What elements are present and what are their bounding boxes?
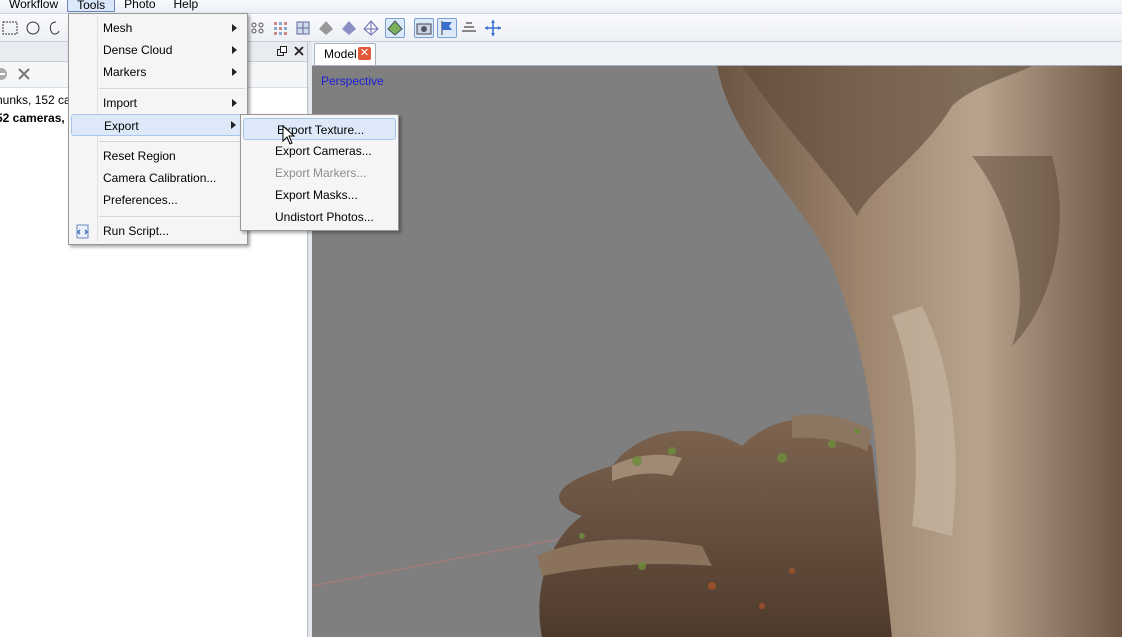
grid-view-icon[interactable] [249,19,267,37]
menu-item-export-cameras[interactable]: Export Cameras... [241,140,398,162]
menu-item-markers-label: Markers [103,65,147,79]
point-cloud-icon[interactable] [294,19,312,37]
show-region-icon[interactable] [460,19,478,37]
menu-item-dense-cloud-label: Dense Cloud [103,43,173,57]
menu-item-markers[interactable]: Markers [69,61,247,83]
submenu-arrow-icon [232,46,237,54]
menu-item-camera-calibration[interactable]: Camera Calibration... [69,167,247,189]
menu-photo[interactable]: Photo [115,0,164,11]
menu-help[interactable]: Help [165,0,208,11]
remove-icon[interactable] [0,67,8,81]
textured-model-icon[interactable] [385,18,405,38]
tree-item-workspace[interactable]: hunks, 152 ca [0,93,71,107]
delete-icon[interactable] [17,67,31,81]
menubar: Workflow Tools Photo Help [0,0,1122,14]
close-panel-icon[interactable] [294,46,304,56]
menu-item-run-script[interactable]: Run Script... [69,220,247,242]
menu-item-export-masks[interactable]: Export Masks... [241,184,398,206]
submenu-arrow-icon [232,99,237,107]
tools-menu: Mesh Dense Cloud Markers Import Export R… [68,13,248,245]
menu-item-undistort-photos-label: Undistort Photos... [275,210,374,224]
solid-model-icon[interactable] [340,19,358,37]
menu-item-export-markers: Export Markers... [241,162,398,184]
script-icon [76,224,89,239]
export-submenu: Export Texture... Export Cameras... Expo… [240,114,399,231]
model-viewport[interactable]: Perspective [312,66,1122,637]
menu-separator [99,88,245,89]
menu-item-export-label: Export [104,119,139,133]
float-panel-icon[interactable] [277,46,287,56]
menu-item-reset-region[interactable]: Reset Region [69,145,247,167]
tab-bar: Model ✕ [312,42,1122,66]
show-cameras-icon[interactable] [414,18,434,38]
tree-item-chunk[interactable]: 52 cameras, 4 [0,111,75,125]
circle-select-icon[interactable] [24,19,42,37]
menu-tools[interactable]: Tools [67,0,116,12]
mouse-cursor-icon [282,125,296,145]
menu-item-export-texture[interactable]: Export Texture... [243,118,396,140]
menu-item-run-script-label: Run Script... [103,224,170,238]
menu-item-preferences[interactable]: Preferences... [69,189,247,211]
submenu-arrow-icon [231,121,236,129]
projection-label: Perspective [321,74,384,88]
menu-item-reset-region-label: Reset Region [103,149,176,163]
free-select-icon[interactable] [46,19,64,37]
rectangle-select-icon[interactable] [1,19,19,37]
tree-item-chunk-label: 52 cameras, [0,111,65,125]
menu-item-import-label: Import [103,96,138,110]
tab-model[interactable]: Model ✕ [314,43,376,65]
tree-model-render [312,66,1122,637]
tab-model-label: Model [324,47,357,61]
menu-item-camera-calibration-label: Camera Calibration... [103,171,217,185]
tree-item-workspace-label: hunks, 152 ca [0,93,71,107]
menu-item-export[interactable]: Export [71,114,245,136]
menu-item-mesh-label: Mesh [103,21,133,35]
submenu-arrow-icon [232,68,237,76]
menu-separator [99,216,245,217]
show-markers-icon[interactable] [437,18,457,38]
wireframe-model-icon[interactable] [362,19,380,37]
menu-separator [99,141,245,142]
menu-item-export-masks-label: Export Masks... [275,188,358,202]
close-tab-icon[interactable]: ✕ [358,47,371,60]
menu-item-export-markers-label: Export Markers... [275,166,367,180]
shaded-model-icon[interactable] [317,19,335,37]
menu-item-undistort-photos[interactable]: Undistort Photos... [241,206,398,228]
menu-item-mesh[interactable]: Mesh [69,17,247,39]
navigation-icon[interactable] [484,19,502,37]
menu-item-preferences-label: Preferences... [103,193,178,207]
menu-item-import[interactable]: Import [69,92,247,114]
menu-workflow[interactable]: Workflow [0,0,67,11]
menu-item-dense-cloud[interactable]: Dense Cloud [69,39,247,61]
dense-points-icon[interactable] [271,19,289,37]
submenu-arrow-icon [232,24,237,32]
